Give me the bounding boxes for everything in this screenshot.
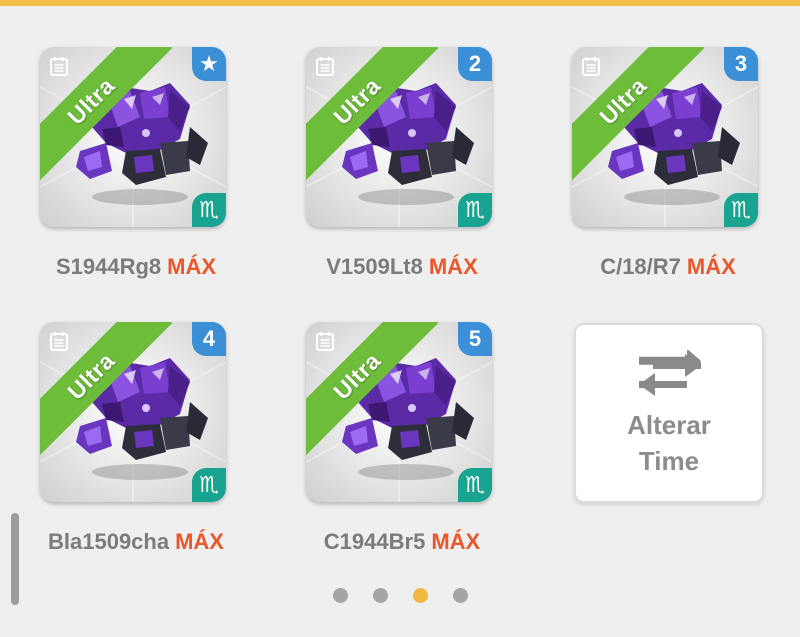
monster-portrait[interactable]: Ultra 5 ♏ — [306, 322, 492, 502]
monster-name: V1509Lt8 — [326, 254, 423, 279]
change-team-button[interactable]: Alterar Time — [574, 323, 764, 503]
monster-portrait[interactable]: Ultra 4 ♏ — [40, 322, 226, 502]
monster-card[interactable]: Ultra 2 ♏ V1509Lt8 MÁX — [306, 47, 496, 279]
star-icon: ★ — [192, 47, 226, 81]
top-accent-line — [0, 0, 800, 6]
team-slot-badge: 4 — [192, 322, 226, 356]
page-dot-3[interactable] — [413, 588, 428, 603]
monster-card[interactable]: Ultra 5 ♏ C1944Br5 MÁX — [306, 322, 496, 554]
change-team-label: Alterar Time — [576, 407, 762, 479]
monster-label: C/18/R7 MÁX — [548, 254, 788, 280]
page-indicator — [333, 588, 473, 604]
monster-card[interactable]: Ultra ★ ♏ S1944Rg8 MÁX — [40, 47, 230, 279]
monster-portrait[interactable]: Ultra ★ ♏ — [40, 47, 226, 227]
element-scorpio-icon: ♏ — [192, 193, 226, 227]
monster-portrait[interactable]: Ultra 2 ♏ — [306, 47, 492, 227]
monster-name: Bla1509cha — [48, 529, 170, 554]
max-level-tag: MÁX — [431, 529, 481, 554]
monster-card[interactable]: Ultra 4 ♏ Bla1509cha MÁX — [40, 322, 230, 554]
change-team-label-line1: Alterar — [627, 410, 711, 440]
element-scorpio-icon: ♏ — [724, 193, 758, 227]
element-scorpio-icon: ♏ — [192, 468, 226, 502]
note-icon — [316, 332, 334, 351]
monster-card[interactable]: Ultra 3 ♏ C/18/R7 MÁX — [572, 47, 762, 279]
element-scorpio-icon: ♏ — [458, 193, 492, 227]
swap-arrows-icon — [639, 350, 701, 396]
monster-name: C1944Br5 — [323, 529, 426, 554]
note-icon — [50, 332, 68, 351]
monster-name: C/18/R7 — [600, 254, 681, 279]
note-icon — [316, 57, 334, 76]
team-slot-badge: 5 — [458, 322, 492, 356]
note-icon — [50, 57, 68, 76]
page-dot-2[interactable] — [373, 588, 388, 603]
note-icon — [582, 57, 600, 76]
max-level-tag: MÁX — [428, 254, 478, 279]
page-dot-1[interactable] — [333, 588, 348, 603]
monster-label: Bla1509cha MÁX — [16, 529, 256, 555]
team-slot-badge: 3 — [724, 47, 758, 81]
max-level-tag: MÁX — [175, 529, 224, 554]
page-dot-4[interactable] — [453, 588, 468, 603]
monster-name: S1944Rg8 — [55, 254, 162, 279]
max-level-tag: MÁX — [686, 254, 736, 279]
monster-label: S1944Rg8 MÁX — [16, 254, 256, 280]
monster-label: C1944Br5 MÁX — [282, 529, 522, 555]
monster-label: V1509Lt8 MÁX — [282, 254, 522, 280]
max-level-tag: MÁX — [167, 254, 217, 279]
change-team-label-line2: Time — [638, 446, 700, 476]
monster-portrait[interactable]: Ultra 3 ♏ — [572, 47, 758, 227]
team-slot-badge: 2 — [458, 47, 492, 81]
scrollbar[interactable] — [11, 513, 19, 605]
element-scorpio-icon: ♏ — [458, 468, 492, 502]
